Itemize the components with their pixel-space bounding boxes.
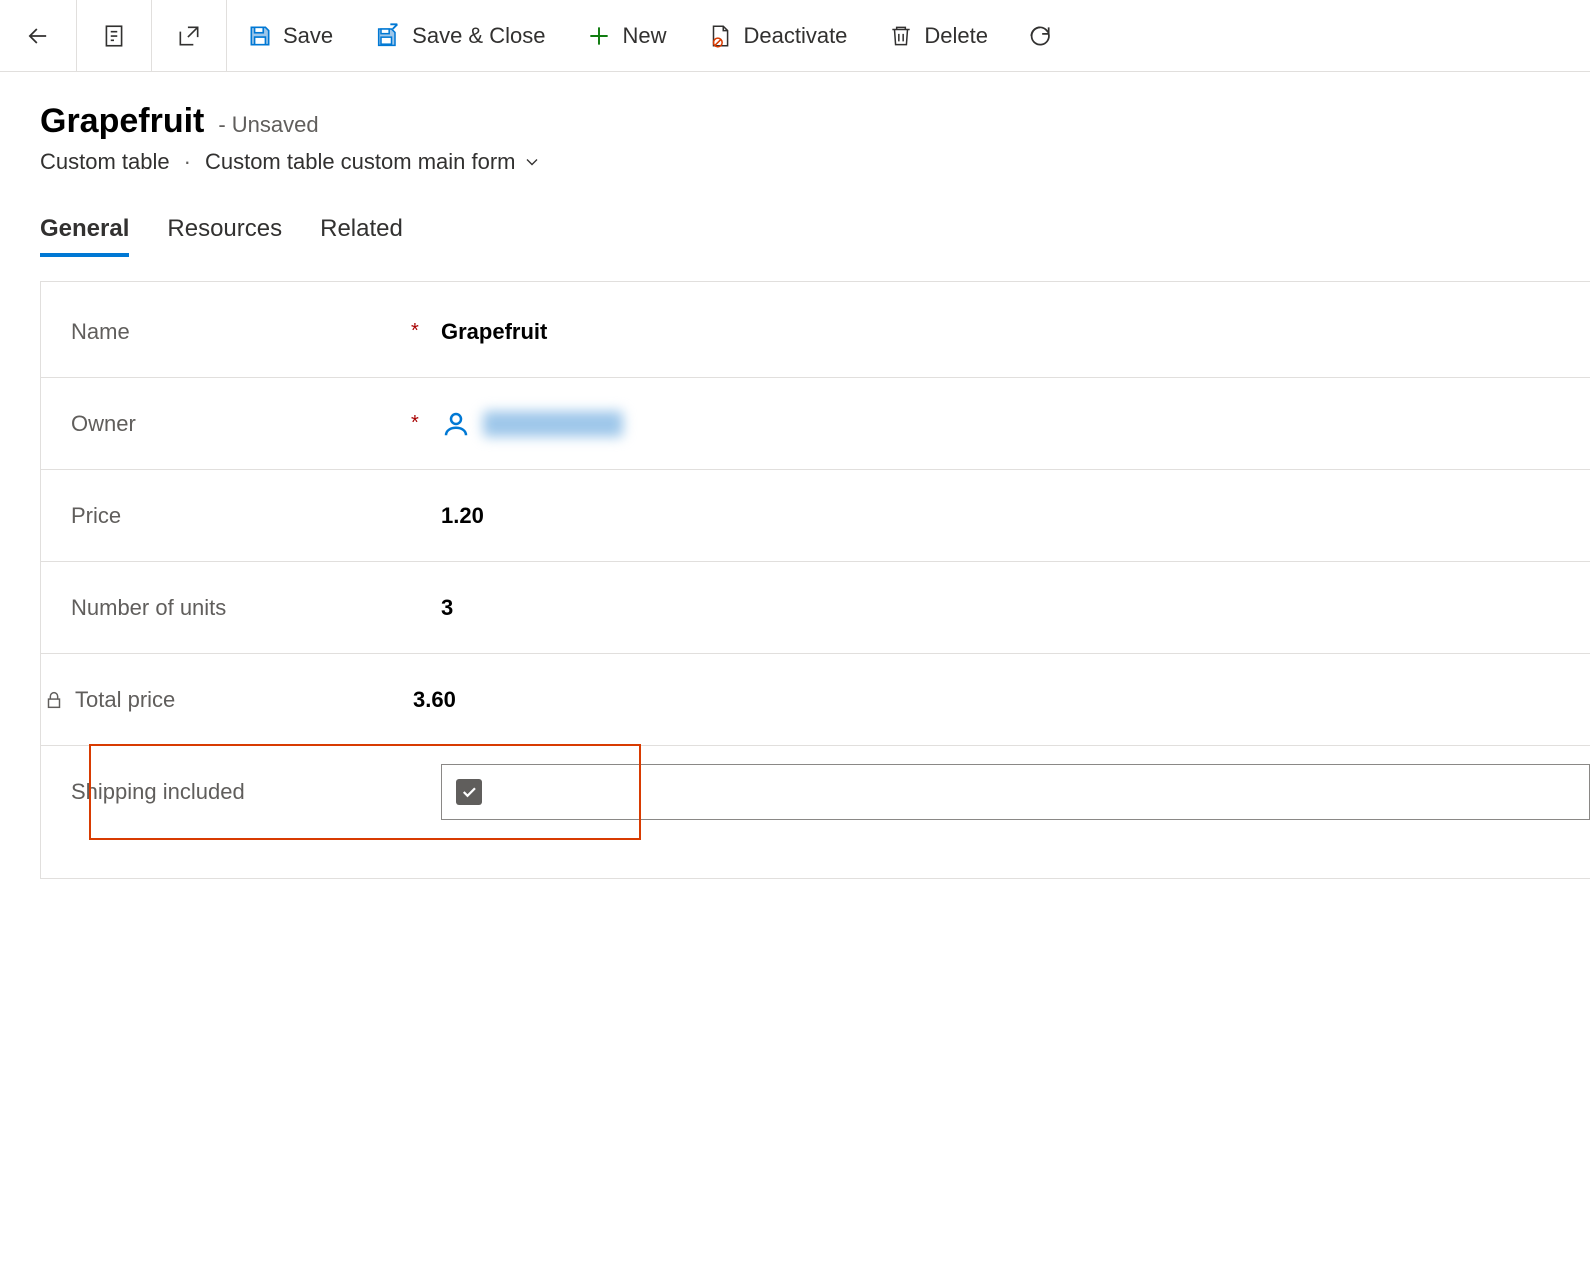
form-body: Name * Grapefruit Owner * Price 1.20 Num… [40, 281, 1590, 879]
checkmark-icon [460, 783, 478, 801]
back-button[interactable] [0, 0, 77, 71]
lock-icon [43, 689, 65, 711]
popout-button[interactable] [152, 0, 227, 71]
field-total-price: Total price 3.60 [41, 654, 1590, 746]
required-indicator: * [411, 412, 441, 435]
form-name: Custom table custom main form [205, 149, 516, 175]
tab-resources[interactable]: Resources [167, 215, 282, 257]
new-button[interactable]: New [566, 0, 687, 71]
field-shipping-included[interactable]: Shipping included [41, 746, 1590, 838]
save-close-icon [374, 22, 402, 50]
shipping-checkbox[interactable] [456, 779, 482, 805]
save-button[interactable]: Save [227, 0, 354, 71]
deactivate-icon [707, 23, 733, 49]
entity-name: Custom table [40, 149, 170, 175]
price-value: 1.20 [441, 503, 484, 529]
plus-icon [586, 23, 612, 49]
refresh-button[interactable] [1009, 0, 1072, 71]
units-value: 3 [441, 595, 453, 621]
save-status: - Unsaved [218, 112, 318, 138]
page-title: Grapefruit [40, 102, 204, 141]
save-close-button[interactable]: Save & Close [354, 0, 566, 71]
save-close-label: Save & Close [412, 23, 545, 49]
popout-icon [176, 23, 202, 49]
deactivate-button[interactable]: Deactivate [687, 0, 868, 71]
name-value: Grapefruit [441, 319, 547, 345]
required-indicator: * [411, 320, 441, 343]
delete-button[interactable]: Delete [868, 0, 1009, 71]
shipping-checkbox-wrapper[interactable] [441, 764, 1590, 820]
tab-general[interactable]: General [40, 215, 129, 257]
total-value: 3.60 [413, 687, 456, 713]
field-owner[interactable]: Owner * [41, 378, 1590, 470]
shipping-label: Shipping included [71, 779, 245, 805]
units-label: Number of units [71, 595, 226, 621]
refresh-icon [1027, 23, 1053, 49]
new-label: New [622, 23, 666, 49]
field-price[interactable]: Price 1.20 [41, 470, 1590, 562]
separator-dot: · [184, 149, 191, 175]
field-units[interactable]: Number of units 3 [41, 562, 1590, 654]
deactivate-label: Deactivate [743, 23, 847, 49]
chevron-down-icon [522, 152, 542, 172]
record-header: Grapefruit - Unsaved Custom table · Cust… [0, 72, 1590, 185]
person-icon [441, 409, 471, 439]
tab-related[interactable]: Related [320, 215, 403, 257]
form-tabs: General Resources Related [0, 185, 1590, 257]
save-label: Save [283, 23, 333, 49]
total-label: Total price [75, 687, 175, 713]
back-arrow-icon [24, 22, 52, 50]
form-selector[interactable]: Custom table custom main form [205, 149, 542, 175]
owner-value-redacted [483, 411, 623, 437]
save-icon [247, 23, 273, 49]
owner-label: Owner [71, 411, 136, 437]
panel-icon [101, 23, 127, 49]
price-label: Price [71, 503, 121, 529]
trash-icon [888, 23, 914, 49]
name-label: Name [71, 319, 130, 345]
show-panel-button[interactable] [77, 0, 152, 71]
command-bar: Save Save & Close New Deactivate Delete [0, 0, 1590, 72]
delete-label: Delete [924, 23, 988, 49]
field-name[interactable]: Name * Grapefruit [41, 286, 1590, 378]
